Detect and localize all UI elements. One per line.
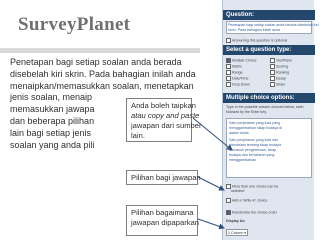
choice-options-header: Multiple choice options:: [223, 93, 315, 103]
callout-answer-options: Pilihan bagi jawapan: [126, 170, 201, 185]
type-option-slider[interactable]: Slider: [270, 82, 285, 87]
answer-choice-line: termasuk pengetahuan, sikap: [229, 148, 277, 152]
question-text-line: Penetapan bagi setiap soalan anda berada…: [228, 23, 319, 27]
question-type-grid: Multiple Choice Yes/Plans Matrix Scoring…: [226, 58, 312, 91]
surveyplanet-logo: SurveyPlanet: [18, 14, 131, 35]
type-option-date-time[interactable]: Date/Time: [226, 76, 248, 81]
optional-checkbox[interactable]: [226, 38, 231, 43]
answer-choice-line: mendalam tentang sikap budaya: [229, 143, 281, 147]
display-as-label: Display As:: [226, 219, 246, 223]
choice-instruction-line: Type in the possible answer choices belo…: [226, 105, 304, 109]
question-textarea[interactable]: Penetapan bagi setiap soalan anda berada…: [226, 21, 319, 34]
display-as-select[interactable]: 1 Column ▾: [226, 229, 248, 236]
type-option-essay[interactable]: Essay: [270, 76, 286, 81]
question-header: Question:: [223, 10, 315, 20]
type-option-drop-down[interactable]: Drop Down: [226, 82, 250, 87]
answer-choice-line: menggambarkan sikap budaya di: [229, 126, 282, 130]
callout-line: jawapan dipaparkan: [131, 218, 199, 227]
write-in-option[interactable]: Add a 'Write-in' choice: [226, 198, 267, 203]
answer-choice-line: dalam dunia: [229, 131, 249, 135]
answer-choice-line: Satu penjelasan yang luas yang: [229, 121, 280, 125]
callout-line: lain.: [131, 131, 145, 140]
description-line: Penetapan bagi setiap soalan anda berada: [10, 57, 182, 67]
question-text-line: skrin. Pada bahagian inilah anda: [228, 28, 281, 32]
type-option-yes-plans[interactable]: Yes/Plans: [270, 58, 292, 63]
type-option-multiple-choice[interactable]: Multiple Choice: [226, 58, 257, 63]
callout-line: atau copy and paste: [131, 111, 200, 120]
type-option-scoring[interactable]: Scoring: [270, 64, 288, 69]
answer-choice-line: budaya dan kemahiran yang: [229, 153, 275, 157]
slide: SurveyPlanet Penetapan bagi setiap soala…: [0, 0, 320, 240]
description-line: disebelah kiri skrin. Pada bahagian inil…: [10, 68, 196, 79]
answer-choice-line: menggambarkan: [229, 158, 256, 162]
callout-display-options: Pilihan bagaimana jawapan dipaparkan: [126, 205, 199, 236]
choice-instruction-line: followed by the Enter key.: [226, 110, 267, 114]
optional-label: Answering this question is optional: [232, 38, 288, 43]
answer-choice-line: Satu penjelasan yang luas dan: [229, 138, 279, 142]
description-line: menaipkan/memasukkan soalan, menetapkan: [10, 80, 194, 91]
arrow-to-answer-options: [197, 176, 225, 191]
question-editor-panel: Question: Penetapan bagi setiap soalan a…: [222, 0, 319, 240]
optional-checkbox-row[interactable]: Answering this question is optional: [226, 38, 287, 43]
callout-line: Pilihan bagaimana: [131, 208, 194, 217]
question-type-header: Select a question type:: [223, 45, 315, 55]
callout-line: Pilihan bagi jawapan: [131, 173, 201, 182]
callout-line: jawapan dari sumber: [131, 121, 202, 130]
arrow-to-display-options: [197, 218, 225, 230]
title-divider: [0, 48, 200, 53]
type-option-ranking[interactable]: Ranking: [270, 70, 289, 75]
callout-line: Anda boleh taipkan: [131, 101, 197, 110]
answer-choices-textarea[interactable]: Satu penjelasan yang luas yang menggamba…: [226, 118, 312, 178]
chevron-down-icon: ▾: [244, 231, 246, 235]
multi-select-option-cont: selected: [231, 189, 245, 193]
randomize-option[interactable]: Randomize the choice order: [226, 210, 277, 215]
callout-copy-paste: Anda boleh taipkan atau copy and paste j…: [126, 98, 202, 142]
type-option-range[interactable]: Range: [226, 70, 243, 75]
type-option-matrix[interactable]: Matrix: [226, 64, 242, 69]
